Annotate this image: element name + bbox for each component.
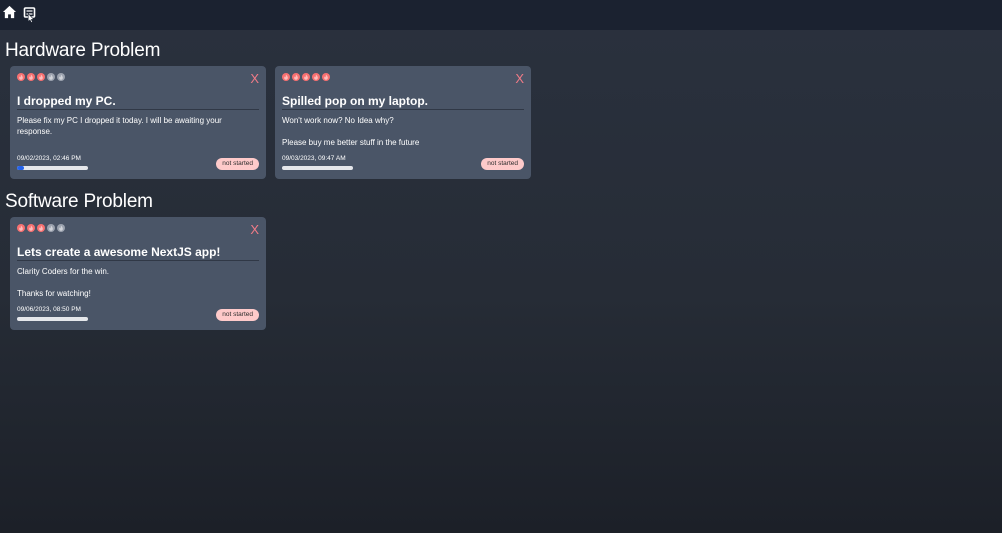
ticket-timestamp: 09/06/2023, 08:50 PM <box>17 306 81 313</box>
fire-icon <box>57 224 65 232</box>
priority-rating <box>17 224 65 232</box>
ticket-icon <box>23 7 36 24</box>
ticket-title: I dropped my PC. <box>17 94 116 108</box>
ticket-description: Clarity Coders for the win. Thanks for w… <box>17 267 110 298</box>
fire-icon <box>312 73 320 81</box>
title-divider <box>17 260 259 261</box>
fire-icon <box>302 73 310 81</box>
progress-bar <box>17 317 88 321</box>
status-badge: not started <box>216 158 259 170</box>
ticket-card[interactable]: X Spilled pop on my laptop. Won't work n… <box>275 66 531 179</box>
ticket-title: Lets create a awesome NextJS app! <box>17 245 221 259</box>
priority-rating <box>282 73 330 81</box>
status-badge: not started <box>216 309 259 321</box>
ticket-description: Please fix my PC I dropped it today. I w… <box>17 116 222 136</box>
progress-bar <box>282 166 353 170</box>
ticket-card[interactable]: X Lets create a awesome NextJS app! Clar… <box>10 217 266 330</box>
ticket-card[interactable]: X I dropped my PC. Please fix my PC I dr… <box>10 66 266 179</box>
home-link[interactable] <box>2 5 20 23</box>
fire-icon <box>37 73 45 81</box>
fire-icon <box>57 73 65 81</box>
fire-icon <box>27 224 35 232</box>
category-heading-software: Software Problem <box>5 191 153 212</box>
fire-icon <box>47 224 55 232</box>
home-icon <box>2 5 17 19</box>
ticket-timestamp: 09/03/2023, 09:47 AM <box>282 155 346 162</box>
category-heading-hardware: Hardware Problem <box>5 40 161 61</box>
new-ticket-link[interactable] <box>22 5 40 24</box>
fire-icon <box>292 73 300 81</box>
delete-ticket-button[interactable]: X <box>250 223 259 236</box>
delete-ticket-button[interactable]: X <box>250 72 259 85</box>
ticket-timestamp: 09/02/2023, 02:46 PM <box>17 155 81 162</box>
navbar <box>0 0 1002 30</box>
priority-rating <box>17 73 65 81</box>
delete-ticket-button[interactable]: X <box>515 72 524 85</box>
fire-icon <box>322 73 330 81</box>
progress-fill <box>17 166 25 170</box>
ticket-description: Won't work now? No Idea why? Please buy … <box>282 116 420 147</box>
fire-icon <box>47 73 55 81</box>
status-badge: not started <box>481 158 524 170</box>
title-divider <box>17 109 259 110</box>
fire-icon <box>27 73 35 81</box>
title-divider <box>282 109 524 110</box>
fire-icon <box>37 224 45 232</box>
fire-icon <box>282 73 290 81</box>
fire-icon <box>17 73 25 81</box>
fire-icon <box>17 224 25 232</box>
progress-bar <box>17 166 88 170</box>
ticket-title: Spilled pop on my laptop. <box>282 94 428 108</box>
